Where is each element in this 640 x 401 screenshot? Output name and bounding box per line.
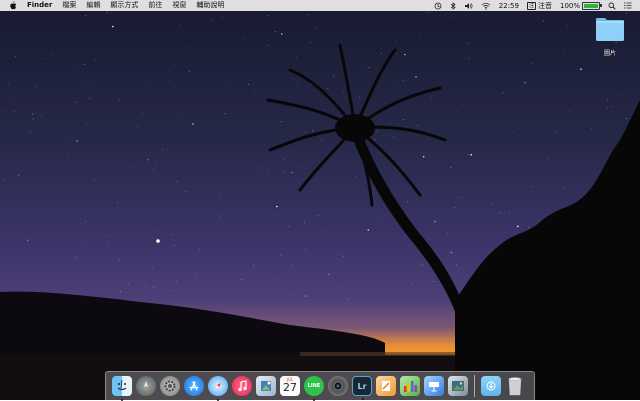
wifi-icon[interactable] [481,0,491,11]
input-method-chip: 注 [527,2,536,10]
menu-view[interactable]: 顯示方式 [105,0,143,11]
dock: JUL 27 LINE Lr [105,371,535,400]
bluetooth-icon[interactable] [450,0,456,11]
safari-icon[interactable] [208,376,228,396]
clock[interactable]: 22:59 [499,0,519,11]
calendar-icon[interactable]: JUL 27 [280,376,300,396]
preview-icon[interactable] [256,376,276,396]
camera-icon[interactable] [328,376,348,396]
menu-window[interactable]: 視窗 [167,0,191,11]
menu-file[interactable]: 檔案 [57,0,81,11]
menu-app-name[interactable]: Finder [22,0,57,11]
downloads-folder-icon[interactable] [481,376,501,396]
input-method-label: 注音 [538,1,552,11]
photos-icon[interactable] [448,376,468,396]
system-preferences-icon[interactable] [160,376,180,396]
battery-fill [584,4,598,8]
volume-icon[interactable] [464,0,473,11]
battery-icon [582,2,600,10]
numbers-icon[interactable] [400,376,420,396]
menu-go[interactable]: 前往 [143,0,167,11]
line-icon[interactable]: LINE [304,376,324,396]
app-store-icon[interactable] [184,376,204,396]
battery-percent: 100% [560,2,580,10]
keynote-icon[interactable] [424,376,444,396]
pages-icon[interactable] [376,376,396,396]
battery-status[interactable]: 100% [560,0,600,11]
calendar-day: 27 [280,381,300,394]
menu-bar: Finder 檔案 編輯 顯示方式 前往 視窗 輔助說明 22:59 注 注音 … [0,0,640,11]
launchpad-icon[interactable] [136,376,156,396]
folder-icon [595,17,625,42]
menu-edit[interactable]: 編輯 [81,0,105,11]
dock-separator [474,375,475,397]
finder-icon[interactable] [112,376,132,396]
time-machine-icon[interactable] [434,0,442,11]
desktop-folder-pictures[interactable]: 圖片 [590,17,630,57]
itunes-icon[interactable] [232,376,252,396]
input-method[interactable]: 注 注音 [527,0,552,11]
lightroom-icon[interactable]: Lr [352,376,372,396]
lightroom-icon-text: Lr [357,382,366,391]
search-icon[interactable] [608,0,616,11]
trash-icon[interactable] [505,376,525,396]
apple-icon[interactable] [9,1,17,10]
line-icon-text: LINE [308,383,321,389]
menu-help[interactable]: 輔助說明 [191,0,229,11]
desktop-folder-label: 圖片 [590,48,630,57]
notification-center-icon[interactable] [624,0,632,11]
desktop-wallpaper [0,0,640,400]
